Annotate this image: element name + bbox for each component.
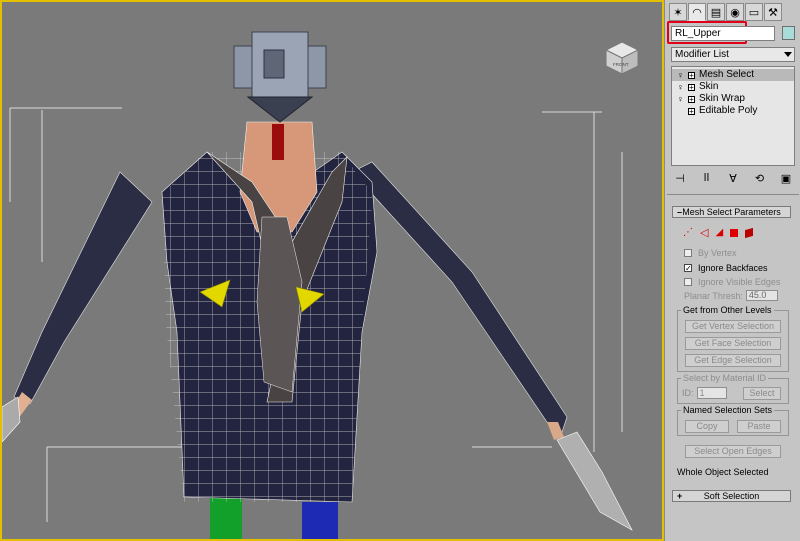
modify-tab[interactable]: ◠ xyxy=(688,3,706,21)
pin-stack-icon[interactable]: ⊣ xyxy=(671,172,689,186)
sub-object-levels: ⋰ ◁ ◢ xyxy=(683,226,754,239)
modifier-list-label: Modifier List xyxy=(675,49,729,60)
show-end-result-icon[interactable]: ǀǀ xyxy=(698,172,716,186)
material-id-field[interactable]: ID: 1 xyxy=(682,387,727,399)
planar-thresh-spinner[interactable]: Planar Thresh: 45.0 xyxy=(684,290,778,301)
element-level-icon[interactable] xyxy=(745,227,754,238)
get-face-selection-button[interactable]: Get Face Selection xyxy=(685,337,781,350)
group-label: Select by Material ID xyxy=(681,373,769,383)
create-icon: ✶ xyxy=(673,6,683,19)
expand-icon[interactable]: + xyxy=(688,107,695,115)
group-label: Get from Other Levels xyxy=(681,305,774,315)
command-tabs: ✶ ◠ ▤ ◉ ▭ ⚒ xyxy=(669,3,782,21)
left-hand xyxy=(2,396,21,443)
copy-button[interactable]: Copy xyxy=(685,420,729,433)
left-leg-bone xyxy=(210,497,242,539)
vertex-level-icon[interactable]: ⋰ xyxy=(683,227,693,238)
create-tab[interactable]: ✶ xyxy=(669,3,687,21)
stack-item[interactable]: ♀ + Mesh Select xyxy=(672,69,794,81)
stack-item-label: Skin Wrap xyxy=(699,93,745,104)
get-vertex-selection-button[interactable]: Get Vertex Selection xyxy=(685,320,781,333)
motion-tab[interactable]: ◉ xyxy=(726,3,744,21)
polygon-level-icon[interactable] xyxy=(730,228,739,237)
configure-sets-icon[interactable]: ▣ xyxy=(777,172,795,186)
ignore-backfaces-checkbox[interactable]: ✓ Ignore Backfaces xyxy=(684,262,768,273)
perspective-viewport[interactable]: FRONT xyxy=(0,0,664,541)
expand-icon[interactable]: + xyxy=(688,83,695,91)
neck-bone xyxy=(272,124,284,160)
stack-item[interactable]: ♀ + Skin xyxy=(672,81,794,93)
mesh-select-rollout-header[interactable]: – Mesh Select Parameters xyxy=(672,206,791,218)
command-panel: ✶ ◠ ▤ ◉ ▭ ⚒ RL_Upper Modifier List ♀ + Mesh Sel… xyxy=(664,0,800,541)
face-level-icon[interactable]: ◢ xyxy=(715,227,723,238)
utilities-tab[interactable]: ⚒ xyxy=(764,3,782,21)
head-helper xyxy=(233,31,327,123)
rollout-title: Mesh Select Parameters xyxy=(682,207,781,217)
by-vertex-checkbox[interactable]: By Vertex xyxy=(684,247,737,258)
object-name-field[interactable]: RL_Upper xyxy=(671,26,775,41)
edge-level-icon[interactable]: ◁ xyxy=(700,226,708,239)
divider xyxy=(667,194,799,195)
viewcube: FRONT xyxy=(604,41,640,75)
stack-toolbar: ⊣ ǀǀ ∀ ⟲ ▣ xyxy=(671,172,795,186)
selection-status: Whole Object Selected xyxy=(677,467,769,477)
lightbulb-icon[interactable] xyxy=(676,106,685,116)
viewcube-label: FRONT xyxy=(613,62,629,67)
motion-icon: ◉ xyxy=(730,6,740,19)
lightbulb-icon[interactable]: ♀ xyxy=(676,82,685,92)
object-color-swatch[interactable] xyxy=(782,26,795,40)
utilities-icon: ⚒ xyxy=(768,6,778,19)
group-label: Named Selection Sets xyxy=(681,405,775,415)
stack-item-label: Skin xyxy=(699,81,719,92)
hierarchy-tab[interactable]: ▤ xyxy=(707,3,725,21)
lightbulb-icon[interactable]: ♀ xyxy=(676,94,685,104)
modifier-stack[interactable]: ♀ + Mesh Select ♀ + Skin ♀ + Skin Wrap + Editable … xyxy=(671,66,795,166)
select-open-edges-button[interactable]: Select Open Edges xyxy=(685,445,781,458)
right-sleeve xyxy=(351,161,568,433)
paste-button[interactable]: Paste xyxy=(737,420,781,433)
remove-modifier-icon[interactable]: ⟲ xyxy=(751,172,769,186)
scene: FRONT xyxy=(2,31,640,539)
lightbulb-icon[interactable]: ♀ xyxy=(676,70,685,80)
soft-selection-rollout-header[interactable]: + Soft Selection xyxy=(672,490,791,502)
expand-icon[interactable]: + xyxy=(688,71,695,79)
left-sleeve xyxy=(13,171,153,405)
display-tab[interactable]: ▭ xyxy=(745,3,763,21)
rollout-title: Soft Selection xyxy=(703,491,760,501)
expand-icon[interactable]: + xyxy=(688,95,695,103)
modify-icon: ◠ xyxy=(692,6,702,19)
stack-item-label: Editable Poly xyxy=(699,105,758,116)
chevron-down-icon xyxy=(784,52,792,57)
modifier-list-dropdown[interactable]: Modifier List xyxy=(671,47,795,62)
stack-item[interactable]: + Editable Poly xyxy=(672,105,794,117)
right-leg-bone xyxy=(302,502,338,539)
display-icon: ▭ xyxy=(748,6,760,19)
stack-item-label: Mesh Select xyxy=(699,69,755,80)
hierarchy-icon: ▤ xyxy=(710,6,722,19)
stack-item[interactable]: ♀ + Skin Wrap xyxy=(672,93,794,105)
select-by-id-button[interactable]: Select xyxy=(743,387,781,400)
ignore-visible-edges-checkbox[interactable]: Ignore Visible Edges xyxy=(684,276,780,287)
make-unique-icon[interactable]: ∀ xyxy=(724,172,742,186)
get-edge-selection-button[interactable]: Get Edge Selection xyxy=(685,354,781,367)
